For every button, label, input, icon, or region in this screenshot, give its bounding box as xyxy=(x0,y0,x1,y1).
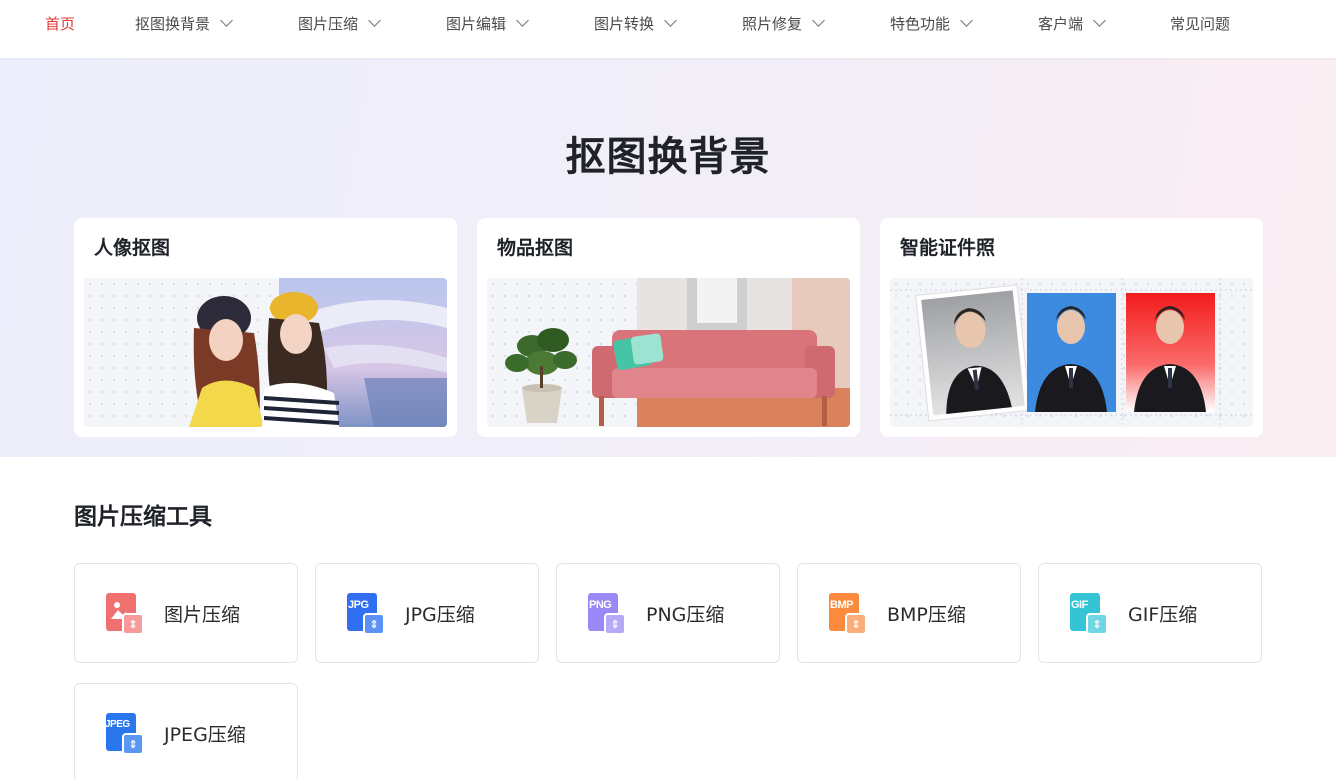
hero-section: 抠图换背景 人像抠图 物品抠图 智能证件照 xyxy=(0,58,1336,457)
card-smart-id-photo[interactable]: 智能证件照 xyxy=(880,218,1263,437)
image-compress-icon: ⇕ xyxy=(104,591,144,635)
hero-title: 抠图换背景 xyxy=(565,134,771,180)
nav-special-features[interactable]: 特色功能 xyxy=(890,0,1038,58)
top-navigation: 首页 抠图换背景 图片压缩 图片编辑 图片转换 照片修复 特色功能 客户端 常见… xyxy=(0,0,1336,58)
tool-label: BMP压缩 xyxy=(887,603,966,626)
nav-faq[interactable]: 常见问题 xyxy=(1170,0,1230,58)
nav-client[interactable]: 客户端 xyxy=(1038,0,1170,58)
chevron-down-icon xyxy=(220,13,233,27)
nav-photo-repair[interactable]: 照片修复 xyxy=(742,0,890,58)
bmp-compress-icon: BMP ⇕ xyxy=(827,591,867,635)
tool-label: JPEG压缩 xyxy=(164,723,246,746)
feature-cards: 人像抠图 物品抠图 智能证件照 xyxy=(74,218,1263,437)
id-photo-illustration xyxy=(890,278,1253,427)
compress-section: 图片压缩工具 ⇕ 图片压缩 JPG ⇕ JPG压缩 PNG ⇕ PNG压缩 BM… xyxy=(0,501,1336,779)
nav-home[interactable]: 首页 xyxy=(45,0,135,58)
tool-png-compress[interactable]: PNG ⇕ PNG压缩 xyxy=(556,563,780,663)
nav-cutout-background[interactable]: 抠图换背景 xyxy=(135,0,298,58)
chevron-down-icon xyxy=(664,13,677,27)
tool-label: PNG压缩 xyxy=(646,603,725,626)
section-title: 图片压缩工具 xyxy=(74,504,212,530)
card-portrait-cutout[interactable]: 人像抠图 xyxy=(74,218,457,437)
chevron-down-icon xyxy=(368,13,381,27)
nav-image-convert[interactable]: 图片转换 xyxy=(594,0,742,58)
nav-photo-repair-label: 照片修复 xyxy=(742,14,803,33)
nav-image-edit-label: 图片编辑 xyxy=(446,14,507,33)
tool-jpg-compress[interactable]: JPG ⇕ JPG压缩 xyxy=(315,563,539,663)
object-cutout-image xyxy=(487,278,850,427)
id-photo-image xyxy=(890,278,1253,427)
chevron-down-icon xyxy=(960,13,973,27)
tool-label: 图片压缩 xyxy=(164,603,241,626)
jpeg-compress-icon: JPEG ⇕ xyxy=(104,711,144,755)
card-title: 智能证件照 xyxy=(900,237,996,259)
nav-image-convert-label: 图片转换 xyxy=(594,14,655,33)
nav-image-edit[interactable]: 图片编辑 xyxy=(446,0,594,58)
card-object-cutout[interactable]: 物品抠图 xyxy=(477,218,860,437)
nav-client-label: 客户端 xyxy=(1038,14,1084,33)
nav-faq-label: 常见问题 xyxy=(1170,14,1231,33)
jpg-compress-icon: JPG ⇕ xyxy=(345,591,385,635)
chevron-down-icon xyxy=(1093,13,1106,27)
tool-image-compress[interactable]: ⇕ 图片压缩 xyxy=(74,563,298,663)
object-illustration xyxy=(505,278,850,427)
portrait-illustration xyxy=(189,278,447,427)
tool-label: GIF压缩 xyxy=(1128,603,1198,626)
tool-label: JPG压缩 xyxy=(405,603,475,626)
png-compress-icon: PNG ⇕ xyxy=(586,591,626,635)
nav-image-compress-label: 图片压缩 xyxy=(298,14,359,33)
card-title: 人像抠图 xyxy=(94,237,171,259)
gif-compress-icon: GIF ⇕ xyxy=(1068,591,1108,635)
nav-cutout-background-label: 抠图换背景 xyxy=(135,14,211,33)
portrait-cutout-image xyxy=(84,278,447,427)
card-title: 物品抠图 xyxy=(497,237,574,259)
nav-special-features-label: 特色功能 xyxy=(890,14,951,33)
tool-bmp-compress[interactable]: BMP ⇕ BMP压缩 xyxy=(797,563,1021,663)
compress-tools-grid: ⇕ 图片压缩 JPG ⇕ JPG压缩 PNG ⇕ PNG压缩 BMP ⇕ BMP… xyxy=(74,563,1264,779)
nav-image-compress[interactable]: 图片压缩 xyxy=(298,0,446,58)
tool-jpeg-compress[interactable]: JPEG ⇕ JPEG压缩 xyxy=(74,683,298,779)
tool-gif-compress[interactable]: GIF ⇕ GIF压缩 xyxy=(1038,563,1262,663)
chevron-down-icon xyxy=(516,13,529,27)
chevron-down-icon xyxy=(812,13,825,27)
nav-home-label: 首页 xyxy=(45,14,76,33)
